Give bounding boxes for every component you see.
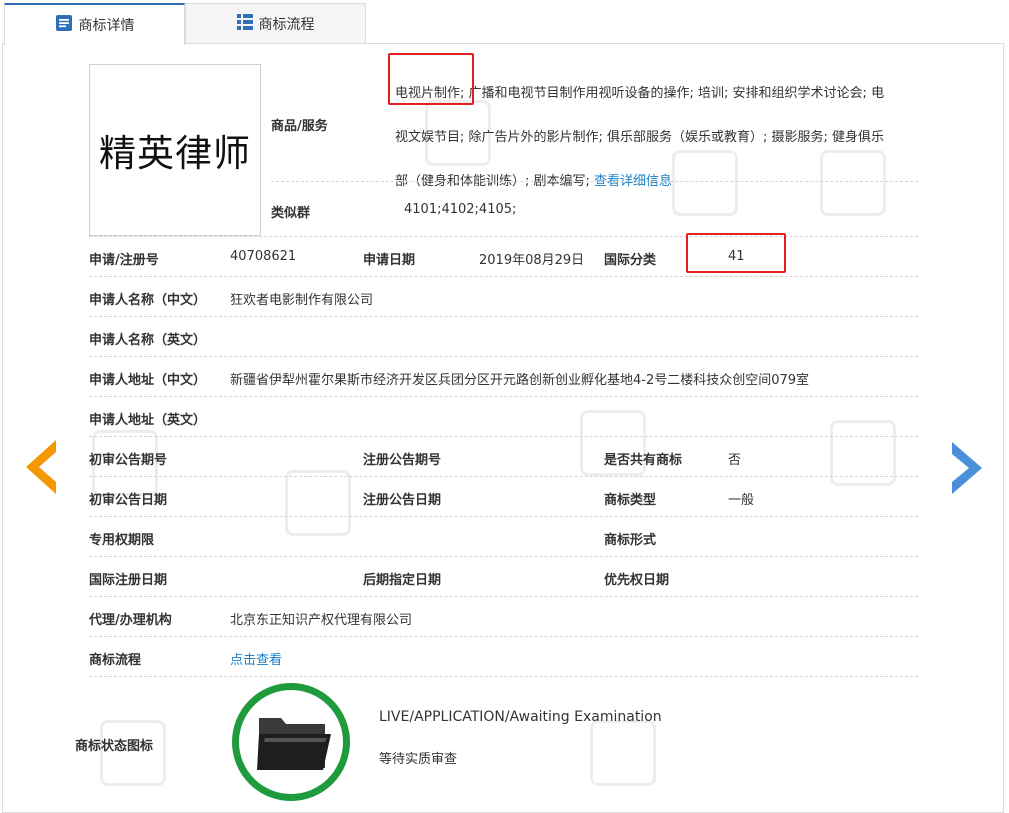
row-divider: [89, 516, 918, 517]
address-cn-label: 申请人地址（中文）: [89, 373, 207, 388]
agent-label: 代理/办理机构: [89, 613, 172, 628]
applicant-cn-label: 申请人名称（中文）: [89, 293, 207, 308]
shared-label: 是否共有商标: [604, 453, 683, 468]
next-arrow-icon[interactable]: [950, 440, 986, 500]
tm-form-label: 商标形式: [604, 533, 657, 548]
goods-services-label: 商品/服务: [271, 119, 328, 134]
goods-line1: ; 广播和电视节目制作用视听设备的操作; 培训; 安排和组织学术讨论会; 电: [460, 86, 885, 101]
row-divider: [89, 476, 918, 477]
flow-label: 商标流程: [89, 653, 142, 668]
trademark-logo-text: 精英律师: [99, 132, 251, 175]
tab-label: 商标流程: [258, 17, 315, 33]
goods-line2: 视文娱节目; 除广告片外的影片制作; 俱乐部服务（娱乐或教育）; 摄影服务; 健…: [395, 130, 885, 145]
app-date-label: 申请日期: [363, 253, 416, 268]
document-icon: [55, 14, 73, 36]
reg-no-label: 申请/注册号: [89, 253, 159, 268]
reg-no-value: 40708621: [230, 249, 297, 264]
reg-pub-no-label: 注册公告期号: [363, 453, 442, 468]
later-designation-label: 后期指定日期: [363, 573, 442, 588]
tm-type-value: 一般: [728, 493, 755, 508]
tab-trademark-flow[interactable]: 商标流程: [185, 3, 366, 44]
shared-value: 否: [728, 453, 742, 468]
list-icon: [236, 14, 253, 34]
highlight-box-class: [686, 233, 786, 273]
status-icon-circle: [232, 683, 350, 801]
view-flow-link[interactable]: 点击查看: [230, 649, 282, 668]
prelim-date-label: 初审公告日期: [89, 493, 168, 508]
row-divider: [89, 596, 918, 597]
reg-pub-date-label: 注册公告日期: [363, 493, 442, 508]
prev-arrow-icon[interactable]: [22, 438, 58, 500]
status-en-text: LIVE/APPLICATION/Awaiting Examination: [379, 709, 662, 725]
status-cn-text: 等待实质审查: [379, 752, 458, 767]
goods-services-value: 电视片制作; 广播和电视节目制作用视听设备的操作; 培训; 安排和组织学术讨论会…: [395, 72, 925, 204]
tab-label: 商标详情: [78, 18, 135, 34]
status-label: 商标状态图标: [75, 739, 154, 754]
row-divider: [89, 636, 918, 637]
prelim-no-label: 初审公告期号: [89, 453, 168, 468]
agent-value: 北京东正知识产权代理有限公司: [230, 613, 413, 628]
app-date-value: 2019年08月29日: [479, 253, 585, 268]
row-divider: [89, 276, 918, 277]
applicant-en-label: 申请人名称（英文）: [89, 333, 207, 348]
address-cn-value: 新疆省伊犁州霍尔果斯市经济开发区兵团分区开元路创新创业孵化基地4-2号二楼科技众…: [230, 373, 810, 388]
highlight-box-goods: [388, 53, 474, 105]
row-divider: [89, 676, 918, 677]
tab-trademark-details[interactable]: 商标详情: [4, 3, 185, 45]
row-divider: [89, 316, 918, 317]
intl-reg-date-label: 国际注册日期: [89, 573, 168, 588]
row-divider: [89, 356, 918, 357]
intl-class-label: 国际分类: [604, 253, 657, 268]
applicant-cn-value: 狂欢者电影制作有限公司: [230, 293, 374, 308]
tab-bar: 商标详情 商标流程: [0, 0, 1009, 45]
trademark-logo: 精英律师: [89, 64, 261, 236]
row-divider: [89, 436, 918, 437]
address-en-label: 申请人地址（英文）: [89, 413, 207, 428]
row-divider: [89, 236, 918, 237]
tm-type-label: 商标类型: [604, 493, 657, 508]
priority-date-label: 优先权日期: [604, 573, 670, 588]
similar-group-label: 类似群: [271, 206, 311, 221]
similar-group-value: 4101;4102;4105;: [404, 202, 517, 217]
exclusive-period-label: 专用权期限: [89, 533, 155, 548]
row-divider: [271, 181, 918, 182]
folder-icon: [255, 712, 333, 778]
row-divider: [89, 396, 918, 397]
row-divider: [89, 556, 918, 557]
